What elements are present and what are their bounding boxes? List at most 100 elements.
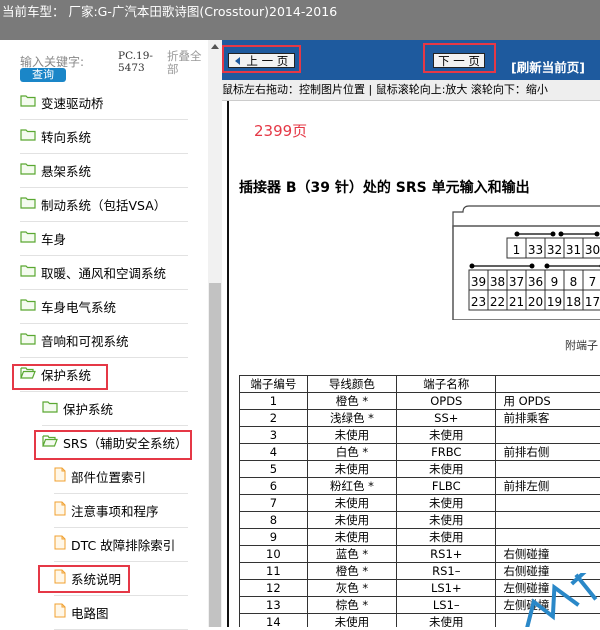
table-cell: 前排乘客 xyxy=(496,410,600,427)
refresh-page-button[interactable]: [刷新当前页] xyxy=(511,57,585,76)
table-cell: LS1+ xyxy=(397,580,496,597)
connector-pin-label: 22 xyxy=(490,295,505,309)
folder-icon xyxy=(20,264,36,281)
left-scrollbar[interactable] xyxy=(208,40,222,627)
table-cell: 棕色 * xyxy=(307,597,396,614)
connector-short-dot xyxy=(470,264,475,269)
tree-item[interactable]: 车身电气系统 xyxy=(20,290,116,323)
table-cell: RS1– xyxy=(397,563,496,580)
table-cell: FLBC xyxy=(397,478,496,495)
table-cell: LS1– xyxy=(397,597,496,614)
table-cell: 5 xyxy=(240,461,308,478)
tree-item[interactable]: 电路图 xyxy=(54,596,109,629)
table-cell: 6 xyxy=(240,478,308,495)
table-cell: 3 xyxy=(240,427,308,444)
table-cell: 未使用 xyxy=(307,614,396,628)
table-header-cell: 导线颜色 xyxy=(307,376,396,393)
tree-item[interactable]: 变速驱动桥 xyxy=(20,86,104,119)
connector-pin-label: 19 xyxy=(547,295,562,309)
tree-item-label: DTC 故障排除索引 xyxy=(71,535,175,554)
collapse-all-link[interactable]: 折叠全部 xyxy=(167,50,205,76)
tree-item-label: 变速驱动桥 xyxy=(41,93,104,112)
tree-item-highlight xyxy=(38,565,130,593)
tree-item-label: 部件位置索引 xyxy=(71,467,146,486)
connector-pin-label: 7 xyxy=(589,275,597,289)
folder-icon xyxy=(20,196,36,213)
table-cell: 未使用 xyxy=(307,529,396,546)
connector-pin-label: 32 xyxy=(547,243,562,257)
table-cell: 未使用 xyxy=(397,461,496,478)
table-row: 4白色 *FRBC前排右侧 xyxy=(240,444,600,461)
tree-item[interactable]: 悬架系统 xyxy=(20,154,91,187)
table-cell: 未使用 xyxy=(397,512,496,529)
table-cell: 未使用 xyxy=(397,614,496,628)
tree-item-label: 制动系统（包括VSA） xyxy=(41,195,166,214)
table-header-cell: 端子名称 xyxy=(397,376,496,393)
table-cell: 未使用 xyxy=(307,495,396,512)
tree-item[interactable]: DTC 故障排除索引 xyxy=(54,528,175,561)
tree-item-label: 转向系统 xyxy=(41,127,91,146)
table-cell: 未使用 xyxy=(397,529,496,546)
query-button[interactable]: 查询 xyxy=(20,68,66,82)
table-cell: 右侧碰撞 xyxy=(496,546,600,563)
tree-item-label: 电路图 xyxy=(71,603,109,622)
table-cell xyxy=(496,495,600,512)
table-cell: SS+ xyxy=(397,410,496,427)
connector-pin-label: 39 xyxy=(471,275,486,289)
tree-item[interactable]: 部件位置索引 xyxy=(54,460,146,493)
search-area: 输入关键字: 查询 PC.19-5473 折叠全部 xyxy=(0,40,210,88)
connector-pin-label: 31 xyxy=(566,243,581,257)
tree-item[interactable]: 保护系统 xyxy=(42,392,113,425)
table-cell: 未使用 xyxy=(397,427,496,444)
table-cell: 橙色 * xyxy=(307,393,396,410)
table-cell: 13 xyxy=(240,597,308,614)
tree-item[interactable]: 音响和可视系统 xyxy=(20,324,129,357)
tree-item-label: 音响和可视系统 xyxy=(41,331,129,350)
scrollbar-thumb[interactable] xyxy=(209,283,221,627)
connector-pin-label: 33 xyxy=(528,243,543,257)
folder-icon xyxy=(20,230,36,247)
tree-item-label: 车身 xyxy=(41,229,66,248)
table-cell: 前排右侧 xyxy=(496,444,600,461)
connector-short-dot xyxy=(551,232,556,237)
table-row: 6粉红色 *FLBC前排左侧 xyxy=(240,478,600,495)
pin-note: 附端子 xyxy=(565,337,598,353)
connector-latch xyxy=(453,206,600,228)
table-cell: 浅绿色 * xyxy=(307,410,396,427)
folder-icon xyxy=(20,94,36,111)
connector-pin-label: 1 xyxy=(513,243,521,257)
table-cell xyxy=(496,427,600,444)
table-cell: 粉红色 * xyxy=(307,478,396,495)
tree-item[interactable]: 车身 xyxy=(20,222,66,255)
connector-pin-label: 23 xyxy=(471,295,486,309)
left-panel: 输入关键字: 查询 PC.19-5473 折叠全部 变速驱动桥转向系统悬架系统制… xyxy=(0,40,222,627)
connector-pin-label: 36 xyxy=(528,275,543,289)
table-row: 1橙色 *OPDS用 OPDS xyxy=(240,393,600,410)
table-cell: 14 xyxy=(240,614,308,628)
table-cell: 9 xyxy=(240,529,308,546)
scroll-up-arrow-icon[interactable] xyxy=(211,44,219,49)
document-icon xyxy=(54,603,66,622)
tree-item[interactable]: 取暖、通风和空调系统 xyxy=(20,256,166,289)
connector-short-dot xyxy=(530,264,535,269)
table-row: 5未使用未使用 xyxy=(240,461,600,478)
table-row: 3未使用未使用 xyxy=(240,427,600,444)
connector-pin-label: 8 xyxy=(570,275,578,289)
tree-item[interactable]: 制动系统（包括VSA） xyxy=(20,188,166,221)
tree-item[interactable]: 转向系统 xyxy=(20,120,91,153)
table-cell: 未使用 xyxy=(307,427,396,444)
table-cell: 8 xyxy=(240,512,308,529)
tree-item[interactable]: 注意事项和程序 xyxy=(54,494,159,527)
table-cell: 橙色 * xyxy=(307,563,396,580)
table-row: 9未使用未使用 xyxy=(240,529,600,546)
document-viewer[interactable]: 2399页 插接器 B（39 针）处的 SRS 单元输入和输出 13332313… xyxy=(227,101,600,627)
title-bar: 当前车型： 厂家:G-广汽本田歌诗图(Crosstour)2014-2016 xyxy=(0,0,600,40)
table-cell: 灰色 * xyxy=(307,580,396,597)
table-cell: 未使用 xyxy=(307,461,396,478)
prev-highlight xyxy=(222,45,301,73)
connector-short-dot xyxy=(559,232,564,237)
folder-icon xyxy=(42,400,58,417)
table-cell xyxy=(496,512,600,529)
tree-item-label: 悬架系统 xyxy=(41,161,91,180)
document-icon xyxy=(54,501,66,520)
